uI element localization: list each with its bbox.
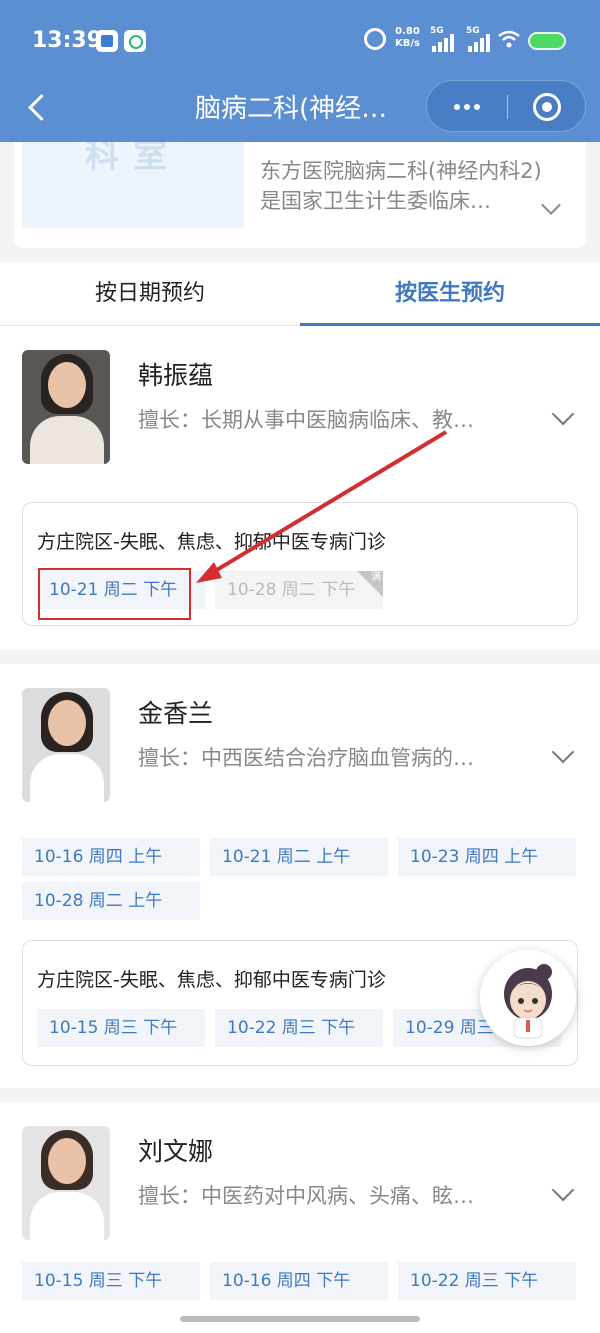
time-slot[interactable]: 10-22 周三 下午 xyxy=(215,1009,383,1047)
annotation-highlight-box xyxy=(38,568,191,620)
chat-notification-icon xyxy=(124,30,146,52)
close-mini-program-button[interactable] xyxy=(507,81,587,133)
time-slot-full: 10-28 周二 下午 满 xyxy=(215,571,383,609)
tab-by-doctor[interactable]: 按医生预约 xyxy=(300,262,600,326)
time-slot[interactable]: 10-23 周四 上午 xyxy=(398,838,576,876)
doctor-name[interactable]: 金香兰 xyxy=(138,694,213,730)
doctor-name[interactable]: 刘文娜 xyxy=(138,1132,213,1168)
status-bar: 13:39 0.80 KB/s 5G 5G xyxy=(0,0,600,82)
tab-by-date[interactable]: 按日期预约 xyxy=(0,262,300,326)
signal-icon: 5G xyxy=(430,26,460,52)
booking-tabs: 按日期预约 按医生预约 xyxy=(0,262,600,326)
time-slot[interactable]: 10-16 周四 下午 xyxy=(210,1262,388,1300)
doctor-specialty: 擅长：长期从事中医脑病临床、教… xyxy=(138,408,474,432)
chevron-down-icon[interactable] xyxy=(551,740,575,764)
clinic-title: 方庄院区-失眠、焦虑、抑郁中医专病门诊 xyxy=(37,969,386,991)
clinic-title: 方庄院区-失眠、焦虑、抑郁中医专病门诊 xyxy=(37,531,386,553)
department-logo: 科室 xyxy=(22,142,244,228)
chevron-down-icon[interactable] xyxy=(551,1178,575,1202)
net-speed-unit: KB/s xyxy=(395,38,420,49)
app-notification-icon xyxy=(96,30,118,52)
more-button[interactable] xyxy=(427,81,507,133)
time-slot[interactable]: 10-28 周二 上午 xyxy=(22,882,200,920)
time-slot[interactable]: 10-21 周二 上午 xyxy=(210,838,388,876)
signal-label-1: 5G xyxy=(430,26,444,36)
department-description: 东方医院脑病二科(神经内科2)是国家卫生计生委临床… xyxy=(260,159,542,213)
doctor-avatar[interactable] xyxy=(22,1126,110,1240)
doctor-card: 刘文娜 擅长：中医药对中风病、头痛、眩… 10-15 周三 下午 10-16 周… xyxy=(0,1102,600,1333)
signal-icon-2: 5G xyxy=(466,26,496,52)
doctor-specialty: 擅长：中西医结合治疗脑血管病的… xyxy=(138,746,474,770)
assistant-avatar-button[interactable] xyxy=(480,950,576,1046)
time-slot[interactable]: 10-15 周三 下午 xyxy=(22,1262,200,1300)
time-slot-label: 10-28 周二 下午 xyxy=(227,580,356,600)
doctor-specialty: 擅长：中医药对中风病、头痛、眩… xyxy=(138,1184,474,1208)
department-card: 科室 东方医院脑病二科(神经内科2)是国家卫生计生委临床… xyxy=(14,142,586,248)
back-button[interactable] xyxy=(18,88,58,128)
home-indicator xyxy=(180,1316,420,1322)
chevron-down-icon[interactable] xyxy=(551,402,575,426)
nurse-avatar-icon xyxy=(504,964,552,1039)
doctor-avatar[interactable] xyxy=(22,688,110,802)
net-speed: 0.80 KB/s xyxy=(395,26,420,50)
time-slot[interactable]: 10-22 周三 下午 xyxy=(398,1262,576,1300)
doctor-avatar[interactable] xyxy=(22,350,110,464)
mini-program-capsule xyxy=(426,80,586,132)
net-speed-value: 0.80 xyxy=(395,26,420,37)
page-title: 脑病二科(神经… xyxy=(195,94,388,124)
signal-label-2: 5G xyxy=(466,26,480,36)
battery-icon xyxy=(528,32,566,50)
alarm-icon xyxy=(364,28,386,50)
doctor-name[interactable]: 韩振蕴 xyxy=(138,356,213,392)
header-bar: 13:39 0.80 KB/s 5G 5G 脑病二科(神经… xyxy=(0,0,600,142)
wifi-icon xyxy=(498,30,520,48)
time-slot[interactable]: 10-15 周三 下午 xyxy=(37,1009,205,1047)
time-slot[interactable]: 10-16 周四 上午 xyxy=(22,838,200,876)
full-badge: 满 xyxy=(371,572,381,583)
status-time: 13:39 xyxy=(32,28,103,53)
